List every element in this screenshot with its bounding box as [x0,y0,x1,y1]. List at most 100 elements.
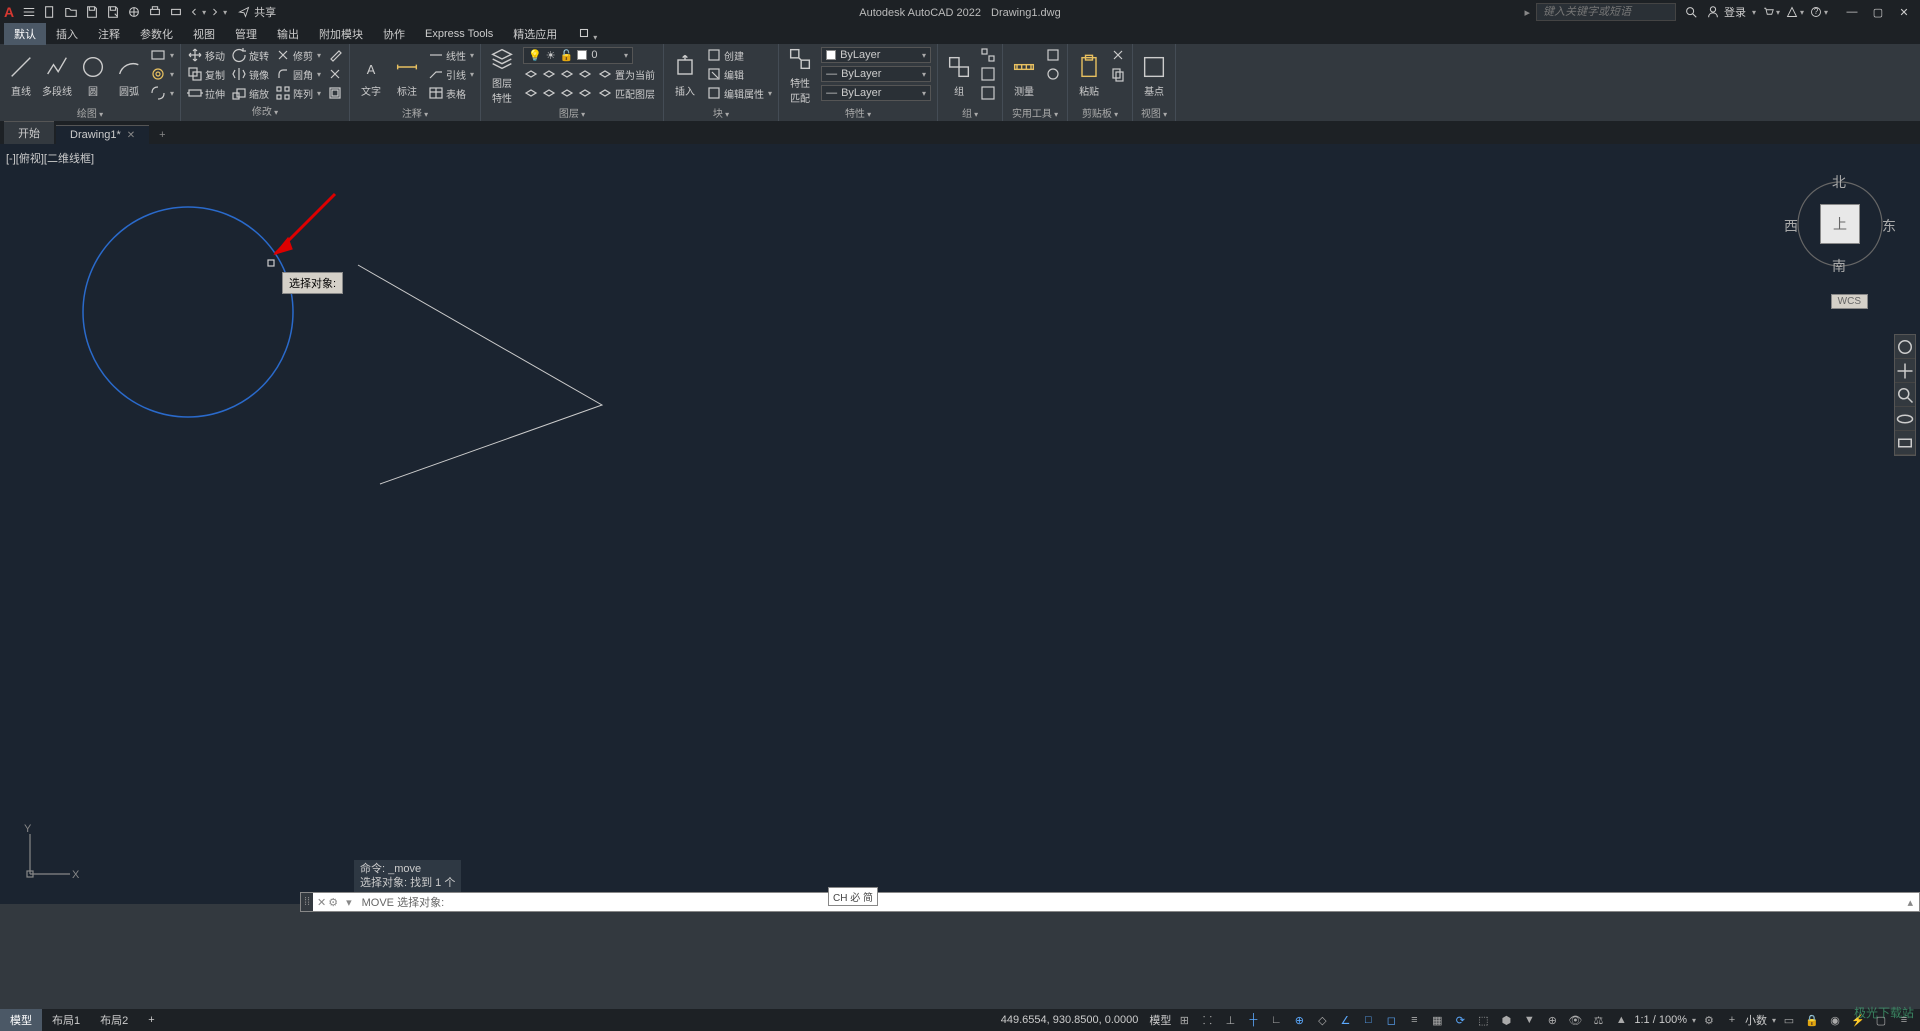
quick-props-icon[interactable]: ▭ [1779,1011,1799,1029]
osnap-icon[interactable]: ∠ [1335,1011,1355,1029]
tab-addins[interactable]: 附加模块 [309,23,373,45]
panel-layers-title[interactable]: 图层 [485,104,659,121]
edit-block-button[interactable]: 编辑 [704,65,774,83]
layer-icon[interactable] [541,66,557,82]
tab-drawing1[interactable]: Drawing1*✕ [56,125,149,144]
viewcube-west[interactable]: 西 [1784,216,1798,236]
new-icon[interactable] [41,3,59,21]
open-icon[interactable] [62,3,80,21]
polar-icon[interactable]: ⊕ [1289,1011,1309,1029]
mirror-button[interactable]: 镜像 [229,65,271,83]
edit-attr-button[interactable]: 编辑属性▾ [704,84,774,102]
annotation-visibility-icon[interactable]: 👁 [1565,1011,1585,1029]
wheel-icon[interactable] [1895,335,1915,359]
model-tab[interactable]: 模型 [0,1009,42,1031]
viewcube-east[interactable]: 东 [1882,216,1896,236]
cmd-grip-icon[interactable]: ⁞⁞ [301,893,313,911]
snap-icon[interactable]: ⸬ [1197,1011,1217,1029]
viewcube-south[interactable]: 南 [1832,256,1846,276]
transparency-icon[interactable]: ▦ [1427,1011,1447,1029]
ellipse-button[interactable]: ▾ [148,84,176,102]
3d-osnap-icon[interactable]: ⬚ [1473,1011,1493,1029]
save-icon[interactable] [83,3,101,21]
layout2-tab[interactable]: 布局2 [90,1009,138,1031]
orbit-icon[interactable] [1895,407,1915,431]
panel-block-title[interactable]: 块 [668,104,774,121]
line-button[interactable]: 直线 [4,46,38,104]
leader-button[interactable]: 引线▾ [426,65,476,83]
units-label[interactable]: 小数 [1745,1012,1767,1028]
tab-express[interactable]: Express Tools [415,25,503,43]
lineweight-combo[interactable]: —ByLayer▾ [819,65,933,83]
dynamic-input-icon[interactable]: ┼ [1243,1011,1263,1029]
circle-shape[interactable] [83,207,293,417]
otrack-icon[interactable]: □ [1358,1011,1378,1029]
layout1-tab[interactable]: 布局1 [42,1009,90,1031]
command-prompt[interactable]: MOVE 选择对象: [356,894,1902,910]
grid-icon[interactable]: ⊞ [1174,1011,1194,1029]
color-combo[interactable]: ByLayer▾ [819,46,933,64]
undo-icon[interactable]: ▾ [188,3,206,21]
2d-osnap-icon[interactable]: ◻ [1381,1011,1401,1029]
dimension-button[interactable]: 标注 [390,46,424,104]
layer-icon[interactable] [559,66,575,82]
panel-clipboard-title[interactable]: 剪贴板 [1072,104,1128,121]
layer-icon[interactable] [577,85,593,101]
search-input[interactable] [1536,3,1676,21]
lock-ui-icon[interactable]: 🔒 [1802,1011,1822,1029]
viewcube-top[interactable]: 上 [1820,204,1860,244]
layer-icon[interactable] [559,85,575,101]
hatch-button[interactable]: ▾ [148,65,176,83]
viewcube[interactable]: 上 北 西 东 南 [1790,174,1890,274]
wcs-badge[interactable]: WCS [1831,294,1868,309]
ortho-icon[interactable]: ∟ [1266,1011,1286,1029]
panel-annotation-title[interactable]: 注释 [354,104,476,121]
explode-button[interactable] [325,65,345,83]
search-icon[interactable] [1682,3,1700,21]
scale-button[interactable]: 缩放 [229,84,271,102]
cmd-recent-icon[interactable]: ▴ [1901,896,1919,909]
basepoint-button[interactable]: 基点 [1137,46,1171,104]
match-layer-button[interactable]: 匹配图层 [595,84,657,102]
web-icon[interactable] [125,3,143,21]
cycling-icon[interactable]: ⟳ [1450,1011,1470,1029]
command-line[interactable]: ⁞⁞ ✕ ⚙ ▾ MOVE 选择对象: ▴ [300,892,1920,912]
lineweight-icon[interactable]: ≡ [1404,1011,1424,1029]
layer-properties-button[interactable]: 图层 特性 [485,46,519,104]
gizmo-icon[interactable]: ⊕ [1542,1011,1562,1029]
paste-button[interactable]: 粘贴 [1072,46,1106,104]
isolate-icon[interactable]: ◉ [1825,1011,1845,1029]
autodesk-icon[interactable]: ▾ [1786,3,1804,21]
panel-view-title[interactable]: 视图 [1137,104,1171,121]
login-button[interactable]: 登录▾ [1706,4,1756,20]
util-button[interactable] [1043,46,1063,64]
tab-view[interactable]: 视图 [183,23,225,45]
minimize-button[interactable]: — [1840,3,1864,21]
tab-output[interactable]: 输出 [267,23,309,45]
tab-featured[interactable]: 精选应用 [503,23,567,45]
ungroup-button[interactable] [978,46,998,64]
tab-insert[interactable]: 插入 [46,23,88,45]
cmd-config-icon[interactable]: ⚙ [328,896,338,909]
cmd-close-icon[interactable]: ✕ [317,896,326,909]
annotation-monitor-icon[interactable]: + [1722,1011,1742,1029]
array-button[interactable]: 阵列▾ [273,84,323,102]
tab-default[interactable]: 默认 [4,23,46,45]
insert-block-button[interactable]: 插入 [668,46,702,104]
zoom-icon[interactable] [1895,383,1915,407]
pan-icon[interactable] [1895,359,1915,383]
erase-button[interactable] [325,46,345,64]
add-layout-button[interactable]: + [138,1011,164,1029]
tab-collaborate[interactable]: 协作 [373,23,415,45]
drawing-canvas[interactable]: [-][俯视][二维线框] 选择对象: 上 北 西 东 南 WCS Y X [0,144,1920,904]
cart-icon[interactable]: ▾ [1762,3,1780,21]
move-button[interactable]: 移动 [185,46,227,64]
offset-button[interactable] [325,84,345,102]
viewport-label[interactable]: [-][俯视][二维线框] [6,150,94,166]
showmotion-icon[interactable] [1895,431,1915,455]
viewcube-north[interactable]: 北 [1832,172,1846,192]
layer-combo[interactable]: 💡☀🔓0▾ [521,46,659,64]
tab-annotate[interactable]: 注释 [88,23,130,45]
create-block-button[interactable]: 创建 [704,46,774,64]
stretch-button[interactable]: 拉伸 [185,84,227,102]
